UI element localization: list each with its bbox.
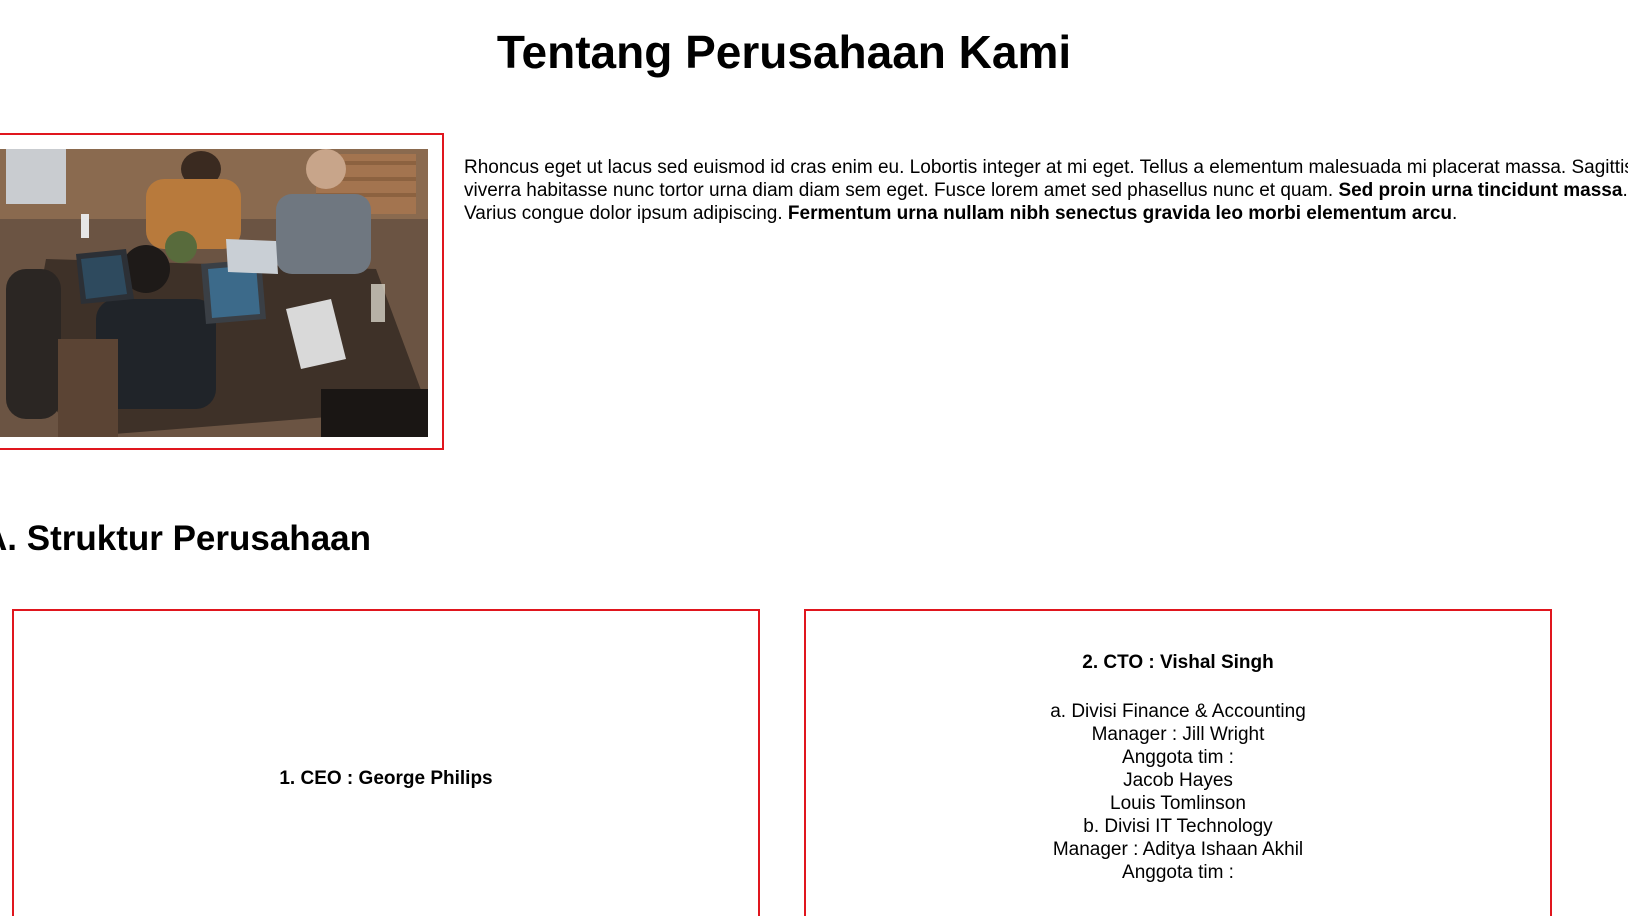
hero-image-frame (0, 133, 444, 450)
intro-paragraph: Rhoncus eget ut lacus sed euismod id cra… (464, 156, 1628, 225)
page: Tentang Perusahaan Kami Rhoncus eget ut … (0, 0, 1628, 916)
team-member: Jacob Hayes (1123, 770, 1233, 791)
intro-text-3: . (1452, 203, 1458, 224)
ceo-heading: 1. CEO : George Philips (279, 768, 493, 789)
team-meeting-photo (0, 149, 428, 437)
cto-card: 2. CTO : Vishal Singh a. Divisi Finance … (804, 609, 1552, 916)
it-team-label: Anggota tim : (1122, 862, 1234, 883)
division-finance-label: a. Divisi Finance & Accounting (1050, 701, 1306, 722)
ceo-card: 1. CEO : George Philips (12, 609, 760, 916)
cto-heading: 2. CTO : Vishal Singh (1082, 652, 1274, 673)
finance-manager: Manager : Jill Wright (1091, 724, 1265, 745)
section-title: A. Struktur Perusahaan (0, 519, 371, 558)
page-title: Tentang Perusahaan Kami (496, 26, 1072, 78)
cto-details: a. Divisi Finance & Accounting Manager :… (806, 700, 1550, 884)
division-it-label: b. Divisi IT Technology (1083, 816, 1273, 837)
intro-bold-1: Sed proin urna tincidunt massa (1338, 180, 1623, 201)
team-member: Louis Tomlinson (1110, 793, 1246, 814)
finance-team-label: Anggota tim : (1122, 747, 1234, 768)
it-manager: Manager : Aditya Ishaan Akhil (1052, 839, 1304, 860)
intro-bold-2: Fermentum urna nullam nibh senectus grav… (787, 203, 1452, 224)
